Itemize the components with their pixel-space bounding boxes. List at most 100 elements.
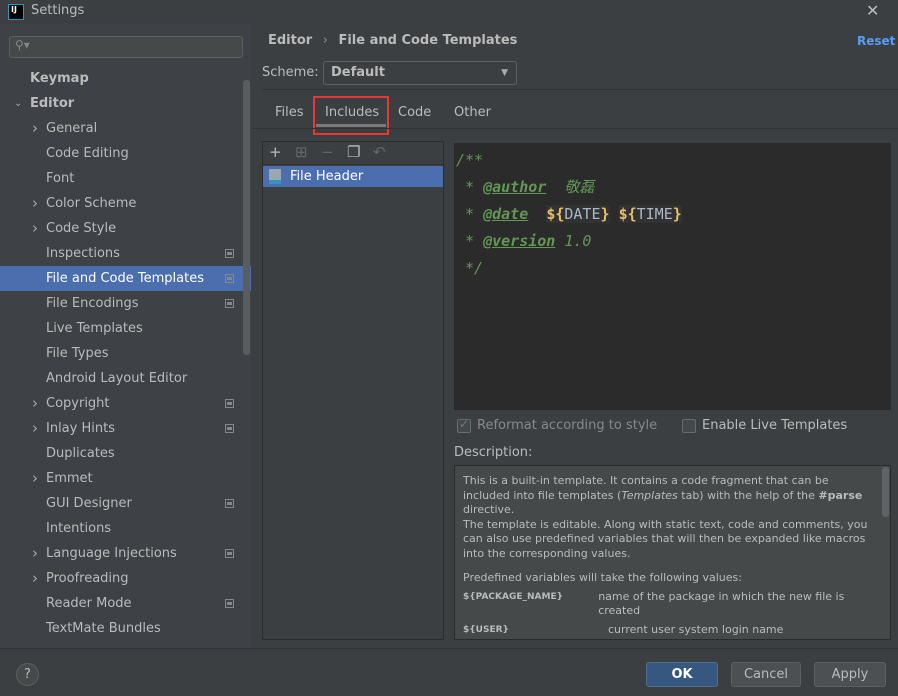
description-scrollbar[interactable]	[882, 467, 889, 517]
chevron-right-icon[interactable]: ›	[32, 541, 38, 566]
sidebar-scrollbar[interactable]	[243, 80, 250, 355]
sidebar-item-file-types[interactable]: File Types	[0, 341, 243, 366]
sidebar-item-label: Emmet	[46, 471, 93, 486]
chevron-right-icon[interactable]: ›	[32, 466, 38, 491]
copy-icon[interactable]: ❐	[347, 143, 360, 161]
sidebar-item-android-layout-editor[interactable]: Android Layout Editor	[0, 366, 243, 391]
sidebar-item-proofreading[interactable]: › Proofreading	[0, 566, 243, 591]
sidebar-item-duplicates[interactable]: Duplicates	[0, 441, 243, 466]
sidebar-item-live-templates[interactable]: Live Templates	[0, 316, 243, 341]
sidebar-item-emmet[interactable]: › Emmet	[0, 466, 243, 491]
close-icon[interactable]: ✕	[866, 1, 879, 20]
doc-tag: @author	[483, 178, 547, 196]
sidebar-item-label: Inlay Hints	[46, 421, 115, 436]
description-panel: This is a built-in template. It contains…	[454, 465, 891, 640]
ok-button[interactable]: OK	[646, 662, 718, 687]
doc-tag: @date	[483, 205, 529, 223]
chevron-right-icon[interactable]: ›	[32, 391, 38, 416]
doc-value: 敬磊	[546, 178, 595, 196]
scheme-dropdown[interactable]: Default ▼	[323, 61, 517, 85]
sidebar-item-label: Duplicates	[46, 446, 115, 461]
chevron-right-icon[interactable]: ›	[32, 566, 38, 591]
sidebar-item-label: File Encodings	[46, 296, 139, 311]
sidebar-item-file-encodings[interactable]: File Encodings	[0, 291, 243, 316]
comment-prefix: *	[456, 205, 484, 223]
project-settings-icon	[225, 299, 234, 308]
scheme-value: Default	[331, 65, 385, 80]
add-icon[interactable]: +	[269, 143, 282, 161]
help-button[interactable]: ?	[16, 663, 39, 686]
code-line: * @version 1.0	[456, 228, 891, 255]
sidebar-item-code-editing[interactable]: Code Editing	[0, 141, 243, 166]
apply-button[interactable]: Apply	[814, 662, 886, 687]
search-input[interactable]: ⚲▾	[9, 36, 243, 58]
sidebar-item-label: Code Style	[46, 221, 117, 236]
chevron-right-icon[interactable]: ›	[32, 116, 38, 141]
code-line: /**	[456, 151, 484, 169]
sidebar-item-copyright[interactable]: › Copyright	[0, 391, 243, 416]
live-templates-checkbox[interactable]	[682, 419, 696, 433]
chevron-right-icon[interactable]: ›	[32, 216, 38, 241]
doc-tag: @version	[483, 232, 556, 250]
sidebar-item-label: Reader Mode	[46, 596, 132, 611]
reformat-checkbox[interactable]	[457, 417, 471, 433]
sidebar-item-editor[interactable]: ⌄ Editor	[0, 91, 243, 116]
tab-files[interactable]: Files	[275, 105, 304, 120]
chevron-down-icon[interactable]: ⌄	[14, 91, 22, 116]
sidebar-item-label: Live Templates	[46, 321, 143, 336]
sidebar-item-code-style[interactable]: › Code Style	[0, 216, 243, 241]
tab-code[interactable]: Code	[398, 105, 431, 120]
reset-link[interactable]: Reset	[857, 34, 895, 48]
chevron-down-icon: ▼	[501, 68, 508, 78]
reformat-label: Reformat according to style	[477, 418, 658, 433]
sidebar-item-label: Color Scheme	[46, 196, 137, 211]
remove-icon[interactable]: −	[321, 143, 334, 161]
cancel-button[interactable]: Cancel	[731, 662, 801, 687]
variable-row: ${USER} current user system login name	[463, 622, 784, 636]
divider	[262, 89, 898, 90]
sidebar-item-language-injections[interactable]: › Language Injections	[0, 541, 243, 566]
sidebar-item-font[interactable]: Font	[0, 166, 243, 191]
breadcrumb: Editor › File and Code Templates	[268, 33, 517, 48]
sidebar-item-color-scheme[interactable]: › Color Scheme	[0, 191, 243, 216]
sidebar-item-intentions[interactable]: Intentions	[0, 516, 243, 541]
chevron-right-icon[interactable]: ›	[32, 416, 38, 441]
sidebar-item-reader-mode[interactable]: Reader Mode	[0, 591, 243, 616]
sidebar-item-label: GUI Designer	[46, 496, 132, 511]
sidebar-item-inspections[interactable]: Inspections	[0, 241, 243, 266]
sidebar-item-label: Intentions	[46, 521, 112, 536]
description-paragraph: Predefined variables will take the follo…	[463, 571, 742, 584]
file-icon	[269, 169, 281, 184]
divider	[0, 648, 898, 649]
search-icon: ⚲▾	[15, 38, 30, 52]
sidebar-item-gui-designer[interactable]: GUI Designer	[0, 491, 243, 516]
sidebar-item-inlay-hints[interactable]: › Inlay Hints	[0, 416, 243, 441]
sidebar-item-label: Keymap	[30, 71, 89, 86]
chevron-right-icon[interactable]: ›	[32, 191, 38, 216]
tab-other[interactable]: Other	[454, 105, 491, 120]
list-item[interactable]: File Header	[263, 166, 443, 187]
project-settings-icon	[225, 399, 234, 408]
project-settings-icon	[225, 549, 234, 558]
template-editor[interactable]: /** * @author 敬磊 * @date ${DATE} ${TIME}…	[454, 143, 891, 410]
description-label: Description:	[454, 445, 533, 460]
breadcrumb-current: File and Code Templates	[338, 33, 518, 48]
project-settings-icon	[225, 249, 234, 258]
sidebar-item-label: Code Editing	[46, 146, 129, 161]
template-list-panel	[262, 141, 444, 640]
add-child-icon[interactable]: ⊞	[295, 143, 308, 161]
reset-icon[interactable]: ↶	[373, 143, 386, 161]
sidebar-item-textmate-bundles[interactable]: TextMate Bundles	[0, 616, 243, 641]
sidebar-item-label: File Types	[46, 346, 109, 361]
list-toolbar: + ⊞ − ❐ ↶	[263, 142, 443, 165]
sidebar-item-label: Proofreading	[46, 571, 129, 586]
sidebar-item-general[interactable]: › General	[0, 116, 243, 141]
description-paragraph: This is a built-in template. It contains…	[463, 474, 863, 516]
list-item-label: File Header	[290, 169, 364, 184]
sidebar-item-label: File and Code Templates	[46, 271, 204, 286]
breadcrumb-parent[interactable]: Editor	[268, 33, 312, 48]
code-line: * @date ${DATE} ${TIME}	[456, 201, 891, 228]
sidebar-item-keymap[interactable]: Keymap	[0, 66, 243, 91]
sidebar-item-file-and-code-templates[interactable]: File and Code Templates	[0, 266, 251, 291]
variable-name: TIME	[636, 205, 673, 223]
